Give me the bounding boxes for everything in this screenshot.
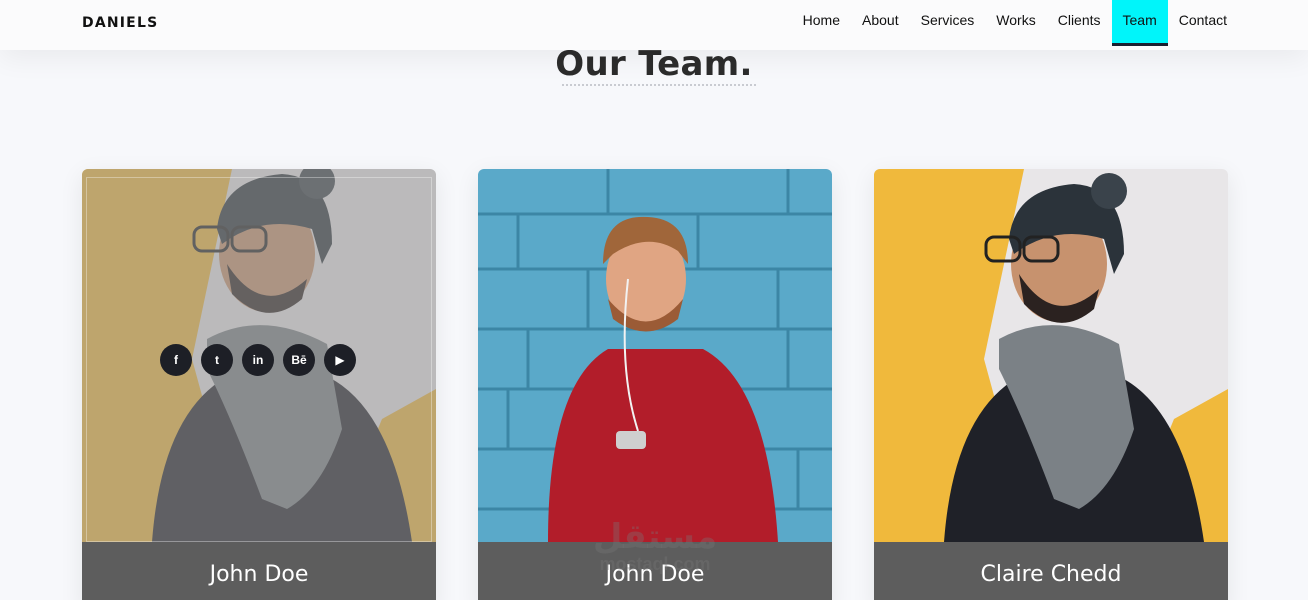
section-title: Our Team. [555, 44, 753, 84]
behance-icon[interactable]: Bē [283, 344, 315, 376]
nav-team[interactable]: Team [1111, 0, 1168, 46]
hover-overlay: f t in Bē ▶ [82, 169, 436, 542]
team-photo-3 [874, 169, 1228, 542]
nav-services[interactable]: Services [910, 0, 986, 46]
team-member-name: John Doe [605, 562, 705, 587]
nav-contact[interactable]: Contact [1168, 0, 1238, 46]
team-photo-1: f t in Bē ▶ [82, 169, 436, 542]
twitter-icon[interactable]: t [201, 344, 233, 376]
team-photo-2 [478, 169, 832, 542]
main-nav: Home About Services Works Clients Team C… [792, 0, 1238, 46]
nav-clients[interactable]: Clients [1047, 0, 1112, 46]
youtube-icon[interactable]: ▶ [324, 344, 356, 376]
nav-works[interactable]: Works [985, 0, 1046, 46]
team-card-2[interactable]: John Doe [478, 169, 832, 600]
nav-about[interactable]: About [851, 0, 910, 46]
team-card-1[interactable]: f t in Bē ▶ John Doe [82, 169, 436, 600]
team-member-name: Claire Chedd [980, 562, 1122, 587]
team-card-3[interactable]: Claire Chedd [874, 169, 1228, 600]
facebook-icon[interactable]: f [160, 344, 192, 376]
social-links: f t in Bē ▶ [160, 344, 356, 376]
team-member-name: John Doe [209, 562, 309, 587]
nav-home[interactable]: Home [792, 0, 851, 46]
linkedin-icon[interactable]: in [242, 344, 274, 376]
top-navbar: DANIELS Home About Services Works Client… [0, 0, 1308, 50]
brand-logo[interactable]: DANIELS [82, 15, 158, 31]
title-underline-dots [562, 84, 756, 86]
